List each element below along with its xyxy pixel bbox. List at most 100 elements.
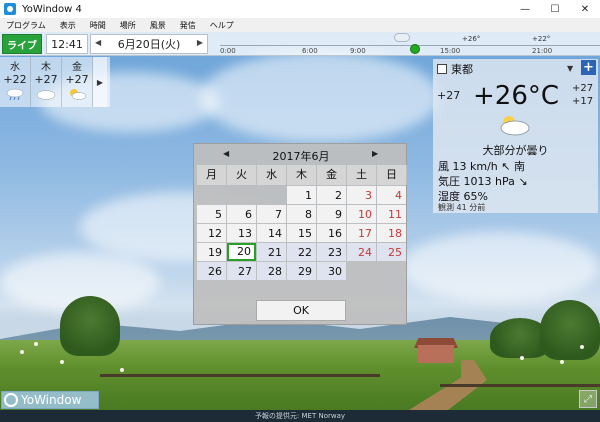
date-selector[interactable]: ◀ 6月20日(火) ▶: [90, 34, 208, 54]
menu-view[interactable]: 表示: [60, 20, 76, 31]
calendar-day[interactable]: 29: [287, 262, 316, 280]
add-location-button[interactable]: +: [581, 60, 596, 75]
calendar-empty-cell: [347, 262, 376, 280]
calendar-day[interactable]: 10: [347, 205, 376, 223]
calendar-day[interactable]: 20: [227, 243, 256, 261]
minimize-button[interactable]: —: [510, 0, 540, 18]
weekday-label: 木: [287, 165, 317, 185]
live-button[interactable]: ライブ: [2, 34, 42, 54]
fence: [440, 384, 600, 387]
forecast-temp: +27: [34, 73, 58, 86]
ok-button[interactable]: OK: [256, 300, 346, 321]
prev-day-icon[interactable]: ◀: [95, 38, 101, 47]
calendar-day[interactable]: 19: [197, 243, 226, 261]
flower: [580, 345, 584, 349]
calendar-day[interactable]: 12: [197, 224, 226, 242]
close-button[interactable]: ✕: [570, 0, 600, 18]
yowindow-logo[interactable]: YoWindow: [1, 391, 99, 409]
menu-landscape[interactable]: 風景: [150, 20, 166, 31]
feels-like-temp: +27: [437, 89, 461, 102]
calendar-day[interactable]: 18: [377, 224, 406, 242]
time-bar: ライブ 12:41 ◀ 6月20日(火) ▶ 0:00 6:00 9:00 15…: [0, 32, 600, 56]
logo-text: YoWindow: [21, 393, 82, 407]
calendar-day[interactable]: 24: [347, 243, 376, 261]
timeline-label: 21:00: [532, 47, 553, 55]
calendar-day[interactable]: 7: [257, 205, 286, 223]
rain-cloud-icon: [6, 88, 24, 101]
calendar-day[interactable]: 22: [287, 243, 316, 261]
menu-bar: プログラム 表示 時間 場所 風景 発信 ヘルプ: [0, 18, 600, 32]
maximize-button[interactable]: ☐: [540, 0, 570, 18]
timeline-label: 15:00: [440, 47, 461, 55]
calendar-day[interactable]: 3: [347, 186, 376, 204]
calendar-day[interactable]: 16: [317, 224, 346, 242]
window-title: YoWindow 4: [22, 3, 82, 15]
forecast-more-icon[interactable]: ▶: [93, 57, 107, 107]
calendar-day[interactable]: 11: [377, 205, 406, 223]
weekday-label: 金: [317, 165, 347, 185]
calendar-day[interactable]: 27: [227, 262, 256, 280]
timeline-handle[interactable]: [410, 44, 420, 54]
calendar-day[interactable]: 2: [317, 186, 346, 204]
forecast-day-label: 木: [41, 62, 51, 73]
calendar-day[interactable]: 21: [257, 243, 286, 261]
calendar-day[interactable]: 25: [377, 243, 406, 261]
high-temp: +27: [572, 83, 594, 94]
calendar-day[interactable]: 9: [317, 205, 346, 223]
app-icon: [4, 3, 16, 15]
flower: [120, 368, 124, 372]
timeline-temp: +26°: [462, 35, 481, 43]
forecast-day[interactable]: 金 +27: [62, 57, 93, 107]
next-day-icon[interactable]: ▶: [197, 38, 203, 47]
menu-time[interactable]: 時間: [90, 20, 106, 31]
cloud-icon: [394, 33, 410, 42]
calendar-day[interactable]: 17: [347, 224, 376, 242]
calendar-day[interactable]: 14: [257, 224, 286, 242]
cloudy-icon: [500, 116, 530, 136]
tree: [540, 300, 600, 360]
location-selector[interactable]: 東都: [437, 62, 473, 76]
current-date[interactable]: 6月20日(火): [118, 36, 181, 52]
calendar-day[interactable]: 6: [227, 205, 256, 223]
forecast-day[interactable]: 木 +27: [31, 57, 62, 107]
weekday-label: 月: [197, 165, 227, 185]
weekday-label: 日: [377, 165, 407, 185]
calendar-day[interactable]: 26: [197, 262, 226, 280]
timeline-temp: +22°: [532, 35, 551, 43]
menu-share[interactable]: 発信: [180, 20, 196, 31]
calendar-day[interactable]: 30: [317, 262, 346, 280]
menu-help[interactable]: ヘルプ: [210, 20, 234, 31]
weekday-header: 月 火 水 木 金 土 日: [197, 165, 407, 185]
chevron-down-icon[interactable]: ▼: [567, 64, 573, 73]
calendar-day[interactable]: 28: [257, 262, 286, 280]
cloud: [400, 232, 600, 302]
next-month-icon[interactable]: ▶: [372, 149, 378, 158]
barn: [418, 345, 454, 363]
menu-location[interactable]: 場所: [120, 20, 136, 31]
calendar-day[interactable]: 1: [287, 186, 316, 204]
day-timeline[interactable]: 0:00 6:00 9:00 15:00 21:00 +26° +22°: [210, 32, 600, 56]
calendar-grid: 1 2 3 4 5 6 7 8 9 10 11 12 13 14 15 16 17 18 19 20 21 22 23 24 2…: [197, 186, 406, 280]
calendar-day[interactable]: 5: [197, 205, 226, 223]
logo-icon: [4, 393, 18, 407]
forecast-day[interactable]: 水 +22: [0, 57, 31, 107]
calendar-day[interactable]: 13: [227, 224, 256, 242]
city-name[interactable]: 東都: [451, 61, 473, 77]
calendar-day[interactable]: 23: [317, 243, 346, 261]
calendar-day[interactable]: 15: [287, 224, 316, 242]
tree: [60, 296, 120, 356]
window-controls: — ☐ ✕: [510, 0, 600, 18]
weather-panel: 東都 ▼ + +27 +26°C +27 +17 大部分が曇り 風 13 km/…: [433, 59, 598, 213]
condition-text: 大部分が曇り: [482, 144, 549, 157]
flower: [60, 360, 64, 364]
cloud-icon: [36, 90, 56, 100]
current-time[interactable]: 12:41: [46, 34, 88, 54]
menu-program[interactable]: プログラム: [6, 20, 46, 31]
forecast-strip: 水 +22 木 +27 金 +27 ▶: [0, 57, 110, 107]
calendar-empty-cell: [377, 262, 406, 280]
fullscreen-button[interactable]: ⤢: [579, 390, 597, 408]
calendar-day[interactable]: 4: [377, 186, 406, 204]
weekday-label: 土: [347, 165, 377, 185]
calendar-day[interactable]: 8: [287, 205, 316, 223]
timeline-label: 6:00: [302, 47, 318, 55]
